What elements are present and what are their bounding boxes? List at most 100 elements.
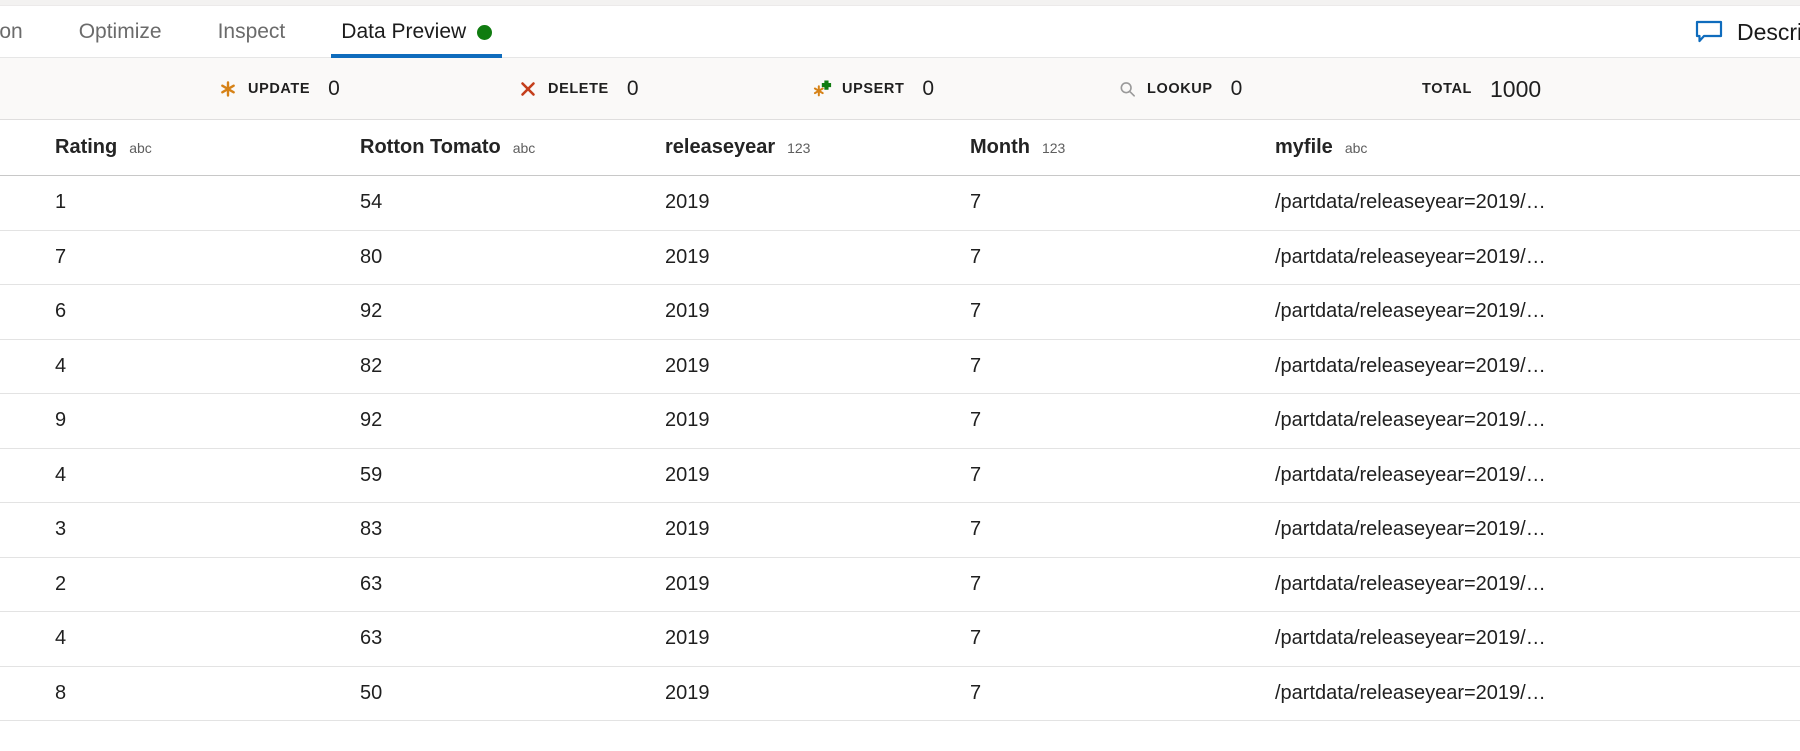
cell-month: 7 <box>970 681 982 704</box>
table-row[interactable]: 3 83 2019 7/partdata/releaseyear=2019/… <box>0 503 1800 558</box>
stat-upsert-value: 0 <box>922 77 935 100</box>
stat-total-value: 1000 <box>1489 75 1542 102</box>
table-row[interactable]: 7 80 2019 7/partdata/releaseyear=2019/… <box>0 230 1800 285</box>
table-row[interactable]: 9 92 2019 7/partdata/releaseyear=2019/… <box>0 394 1800 449</box>
column-header-name: Rating <box>55 136 118 158</box>
cell-rating: 8 <box>55 681 67 704</box>
cell-myfile: /partdata/releaseyear=2019/… <box>1275 300 1546 323</box>
stat-delete-value: 0 <box>626 77 639 100</box>
table-row[interactable]: 2 63 2019 7/partdata/releaseyear=2019/… <box>0 557 1800 612</box>
tab-optimize[interactable]: Optimize <box>51 6 190 58</box>
column-type-icon: 123 <box>787 140 811 156</box>
cell-month: 7 <box>970 409 982 432</box>
cell-myfile: /partdata/releaseyear=2019/… <box>1275 681 1546 704</box>
cell-rotton-tomato: 63 <box>360 627 383 650</box>
cell-myfile: /partdata/releaseyear=2019/… <box>1275 354 1546 377</box>
stat-delete-label: DELETE <box>548 81 609 97</box>
cell-rotton-tomato: 80 <box>360 245 383 268</box>
cell-myfile: /partdata/releaseyear=2019/… <box>1275 518 1546 541</box>
cell-rating: 6 <box>55 300 67 323</box>
cell-month: 7 <box>970 518 982 541</box>
cell-myfile: /partdata/releaseyear=2019/… <box>1275 409 1546 432</box>
column-header-rating[interactable]: Rating abc <box>55 136 360 159</box>
column-header-name: myfile <box>1275 136 1333 158</box>
cell-rotton-tomato: 63 <box>360 572 383 595</box>
stat-delete: DELETE 0 <box>518 58 639 120</box>
column-type-icon: abc <box>129 140 152 156</box>
cell-month: 7 <box>970 300 982 323</box>
cell-myfile: /partdata/releaseyear=2019/… <box>1275 463 1546 486</box>
row-stats-bar: 0 0 UPDATE 0 <box>0 58 1800 120</box>
table-row[interactable]: 4 63 2019 7/partdata/releaseyear=2019/… <box>0 612 1800 667</box>
cell-releaseyear: 2019 <box>665 627 710 650</box>
description-button[interactable]: Description <box>1695 19 1800 46</box>
stat-upsert-label: UPSERT <box>842 81 905 97</box>
cell-rating: 7 <box>55 245 67 268</box>
cell-releaseyear: 2019 <box>665 409 710 432</box>
table-row[interactable]: 6 92 2019 7/partdata/releaseyear=2019/… <box>0 285 1800 340</box>
header-actions: Description <box>1695 6 1800 58</box>
tab-inspect[interactable]: Inspect <box>190 6 314 58</box>
cell-releaseyear: 2019 <box>665 300 710 323</box>
cell-rotton-tomato: 82 <box>360 354 383 377</box>
tab-label: jection <box>0 20 23 43</box>
data-grid: Rating abc Rotton Tomato abc releaseyear 123 M… <box>0 120 1800 721</box>
stat-total-label: TOTAL <box>1422 81 1472 97</box>
column-type-icon: abc <box>1344 140 1368 156</box>
cell-rating: 4 <box>55 627 67 650</box>
stat-update-value: 0 <box>328 77 340 100</box>
cell-rating: 4 <box>55 463 67 486</box>
stat-lookup-label: LOOKUP <box>1147 81 1213 97</box>
tab-data-preview[interactable]: Data Preview <box>313 6 520 58</box>
column-header-rotton-tomato[interactable]: Rotton Tomato abc <box>360 136 665 159</box>
search-icon <box>1118 80 1137 99</box>
x-icon <box>518 79 538 99</box>
column-header-month[interactable]: Month 123 <box>970 136 1275 159</box>
tab-label: Data Preview <box>341 20 467 43</box>
tab-label: Optimize <box>78 20 162 43</box>
column-header-myfile[interactable]: myfile abc <box>1275 136 1795 159</box>
cell-month: 7 <box>970 463 982 486</box>
cell-rating: 1 <box>55 191 67 214</box>
cell-rotton-tomato: 59 <box>360 463 383 486</box>
cell-releaseyear: 2019 <box>665 354 710 377</box>
cell-month: 7 <box>970 627 982 650</box>
cell-rating: 9 <box>55 409 67 432</box>
column-type-icon: 123 <box>1041 140 1066 156</box>
asterisk-plus-icon <box>812 79 832 99</box>
cell-month: 7 <box>970 191 982 214</box>
stat-lookup-value: 0 <box>1230 77 1243 100</box>
column-header-name: releaseyear <box>665 136 776 158</box>
comment-icon <box>1695 20 1723 44</box>
column-header-releaseyear[interactable]: releaseyear 123 <box>665 136 970 159</box>
cell-rotton-tomato: 83 <box>360 518 383 541</box>
tab-jection[interactable]: jection <box>0 6 51 58</box>
stat-lookup: LOOKUP 0 <box>1118 58 1242 120</box>
table-row[interactable]: 4 82 2019 7/partdata/releaseyear=2019/… <box>0 339 1800 394</box>
table-row[interactable]: 4 59 2019 7/partdata/releaseyear=2019/… <box>0 448 1800 503</box>
cell-myfile: /partdata/releaseyear=2019/… <box>1275 572 1546 595</box>
cell-releaseyear: 2019 <box>665 191 710 214</box>
cell-releaseyear: 2019 <box>665 572 710 595</box>
cell-rating: 2 <box>55 572 67 595</box>
data-grid-body: 1 54 2019 7/partdata/releaseyear=2019/… 7 80 2… <box>0 176 1800 721</box>
tab-bar: jection Optimize Inspect Data Preview Descr… <box>0 6 1800 58</box>
cell-myfile: /partdata/releaseyear=2019/… <box>1275 627 1546 650</box>
asterisk-icon <box>218 79 238 99</box>
cell-myfile: /partdata/releaseyear=2019/… <box>1275 191 1546 214</box>
column-type-icon: abc <box>512 140 536 156</box>
cell-month: 7 <box>970 354 982 377</box>
table-row[interactable]: 1 54 2019 7/partdata/releaseyear=2019/… <box>0 176 1800 231</box>
data-preview-screen: jection Optimize Inspect Data Preview Descr… <box>0 0 1800 751</box>
table-row[interactable]: 8 50 2019 7/partdata/releaseyear=2019/… <box>0 666 1800 721</box>
cell-myfile: /partdata/releaseyear=2019/… <box>1275 245 1546 268</box>
cell-rotton-tomato: 92 <box>360 300 383 323</box>
stat-update: UPDATE 0 <box>218 58 340 120</box>
stat-total: TOTAL 1000 <box>1422 58 1541 120</box>
cell-month: 7 <box>970 572 982 595</box>
stat-update-label: UPDATE <box>248 81 311 97</box>
description-label: Description <box>1736 18 1800 45</box>
tab-list: jection Optimize Inspect Data Preview <box>0 6 520 58</box>
cell-rotton-tomato: 54 <box>360 191 383 214</box>
data-grid-header-row: Rating abc Rotton Tomato abc releaseyear 123 M… <box>0 120 1800 176</box>
